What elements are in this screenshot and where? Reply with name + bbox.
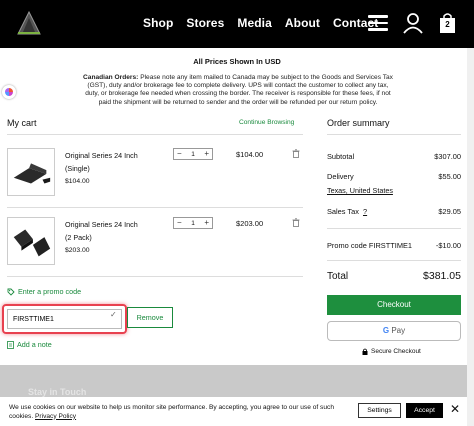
- product-unit-price: $203.00: [65, 247, 90, 254]
- secure-label: Secure Checkout: [371, 348, 421, 355]
- quantity-value[interactable]: 1: [191, 151, 195, 158]
- cookie-settings-button[interactable]: Settings: [358, 403, 401, 418]
- add-note-label: Add a note: [17, 340, 52, 349]
- promo-highlight: [2, 304, 127, 334]
- top-navigation-bar: Shop Stores Media About Contact 2: [0, 0, 474, 48]
- subtotal-value: $307.00: [434, 152, 461, 161]
- trash-icon[interactable]: [292, 149, 300, 158]
- close-icon[interactable]: ✕: [450, 402, 460, 416]
- nav-media[interactable]: Media: [237, 16, 272, 30]
- menu-icon[interactable]: [368, 15, 388, 31]
- promo-value: -$10.00: [435, 241, 461, 250]
- tag-icon: [7, 288, 15, 296]
- increase-icon[interactable]: +: [204, 149, 209, 159]
- promo-code-input[interactable]: [7, 309, 122, 329]
- cart-count-badge: 2: [445, 20, 450, 29]
- subtotal-label: Subtotal: [327, 152, 355, 161]
- promo-link-label: Enter a promo code: [18, 287, 82, 296]
- add-note-link[interactable]: Add a note: [7, 340, 52, 349]
- decrease-icon[interactable]: −: [177, 218, 182, 228]
- divider: [327, 260, 461, 261]
- order-summary-title: Order summary: [327, 118, 390, 128]
- delivery-row: Delivery $55.00: [327, 172, 461, 181]
- enter-promo-link[interactable]: Enter a promo code: [7, 287, 81, 296]
- check-icon: ✓: [110, 310, 117, 319]
- divider: [7, 276, 303, 277]
- quantity-stepper[interactable]: − 1 +: [173, 148, 213, 160]
- triangle-logo[interactable]: [16, 10, 42, 36]
- trash-icon[interactable]: [292, 218, 300, 227]
- gpay-label: Pay: [389, 326, 406, 335]
- tax-help-icon[interactable]: ?: [363, 207, 367, 216]
- product-image[interactable]: [7, 217, 55, 265]
- product-image[interactable]: [7, 148, 55, 196]
- product-name[interactable]: Original Series 24 Inch (2 Pack): [65, 219, 145, 244]
- line-total: $104.00: [236, 150, 264, 159]
- continue-browsing-link[interactable]: Continue Browsing: [239, 119, 294, 126]
- line-total: $203.00: [236, 219, 264, 228]
- color-wheel-widget-icon[interactable]: [2, 85, 16, 99]
- tax-label: Sales Tax: [327, 207, 359, 216]
- user-icon[interactable]: [402, 12, 424, 34]
- nav-stores[interactable]: Stores: [186, 16, 224, 30]
- cookie-accept-button[interactable]: Accept: [406, 403, 443, 418]
- checkout-button[interactable]: Checkout: [327, 295, 461, 315]
- shopping-bag-icon[interactable]: 2: [439, 12, 456, 34]
- footer-heading: Stay in Touch: [28, 387, 87, 397]
- currency-notice: All Prices Shown In USD: [193, 57, 281, 66]
- subtotal-row: Subtotal $307.00: [327, 152, 461, 161]
- tax-row: Sales Tax ? $29.05: [327, 207, 461, 216]
- cookie-text: We use cookies on our website to help us…: [9, 404, 354, 421]
- decrease-icon[interactable]: −: [177, 149, 182, 159]
- privacy-policy-link[interactable]: Privacy Policy: [35, 413, 76, 420]
- tax-value: $29.05: [438, 207, 461, 216]
- shipping-address-link[interactable]: Texas, United States: [327, 186, 393, 195]
- google-pay-button[interactable]: G Pay: [327, 321, 461, 341]
- quantity-stepper[interactable]: − 1 +: [173, 217, 213, 229]
- secure-checkout: Secure Checkout: [362, 348, 421, 355]
- divider: [327, 228, 461, 229]
- nav-shop[interactable]: Shop: [143, 16, 173, 30]
- delivery-value: $55.00: [438, 172, 461, 181]
- product-name[interactable]: Original Series 24 Inch (Single): [65, 150, 145, 175]
- product-unit-price: $104.00: [65, 178, 90, 185]
- notice-bold-label: Canadian Orders:: [83, 74, 139, 81]
- quantity-value[interactable]: 1: [191, 220, 195, 227]
- promo-row: Promo code FIRSTTIME1 -$10.00: [327, 241, 461, 250]
- promo-label: Promo code FIRSTTIME1: [327, 241, 413, 250]
- lock-icon: [362, 348, 368, 355]
- total-label: Total: [327, 271, 349, 282]
- increase-icon[interactable]: +: [204, 218, 209, 228]
- total-value: $381.05: [423, 270, 461, 282]
- cart-title: My cart: [7, 118, 37, 128]
- scrollbar[interactable]: [467, 48, 474, 426]
- divider: [327, 134, 461, 135]
- divider: [7, 207, 303, 208]
- canadian-orders-notice: Canadian Orders: Please note any item ma…: [82, 74, 394, 107]
- nav-about[interactable]: About: [285, 16, 320, 30]
- note-icon: [7, 340, 14, 349]
- main-nav: Shop Stores Media About Contact: [143, 16, 391, 30]
- divider: [7, 134, 303, 135]
- delivery-label: Delivery: [327, 172, 354, 181]
- remove-promo-button[interactable]: Remove: [127, 307, 173, 328]
